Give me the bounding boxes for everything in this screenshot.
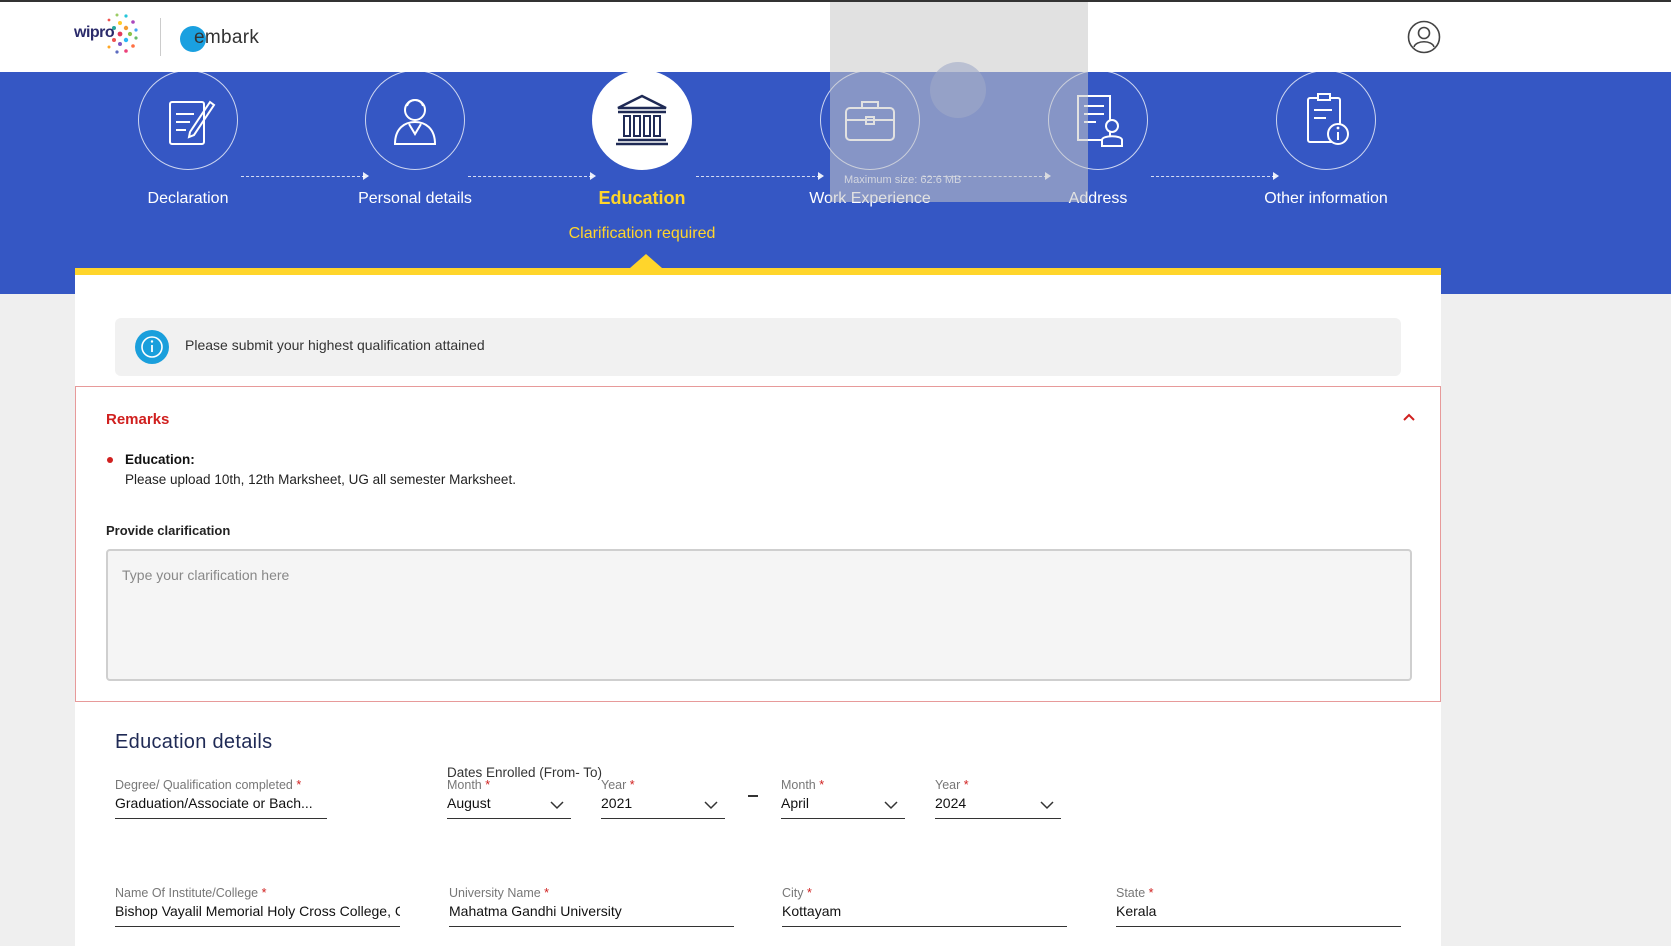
field-label: Year * [935,778,969,792]
user-profile-icon[interactable] [1407,20,1441,54]
info-icon [135,330,169,364]
field-value: Bishop Vayalil Memorial Holy Cross Colle… [115,903,400,927]
field-value-text: 2021 [601,795,633,811]
overlay-text: Maximum size: 62.6 MB [844,174,962,186]
document-edit-icon [169,100,216,145]
recorder-icon [930,62,986,118]
step-connector [696,172,824,180]
step-connector [1151,172,1279,180]
city-field[interactable]: City * Kottayam [782,886,1067,927]
field-label: Degree/ Qualification completed * [115,778,302,792]
chevron-down-icon [1039,797,1055,813]
screen-recorder-overlay: Maximum size: 62.6 MB [830,2,1088,202]
field-value: 2021 [601,795,725,819]
step-status: Clarification required [568,225,716,242]
from-month-select[interactable]: Month * August [447,778,571,819]
field-value-text: 2024 [935,795,967,811]
field-label: Month * [781,778,825,792]
remark-label: Education: [125,452,195,467]
chevron-down-icon [703,797,719,813]
field-value: April [781,795,905,819]
field-value-text: August [447,795,491,811]
embark-wordmark: embark [194,27,260,48]
field-value: Kottayam [782,903,1067,927]
step-label: Education [598,188,686,208]
chevron-down-icon [883,797,899,813]
logo-divider [160,18,161,56]
step-connector [468,172,596,180]
field-label: Name Of Institute/College * [115,886,267,900]
field-value: Kerala [1116,903,1401,927]
from-year-select[interactable]: Year * 2021 [601,778,725,819]
state-field[interactable]: State * Kerala [1116,886,1401,927]
field-value: August [447,795,571,819]
chevron-up-icon[interactable] [1401,409,1417,425]
field-value-text: April [781,795,810,811]
step-circle [592,70,692,170]
remarks-panel: Remarks Education: Please upload 10th, 1… [75,386,1441,702]
chevron-down-icon [549,797,565,813]
field-value: Mahatma Gandhi University [449,903,734,927]
institute-field[interactable]: Name Of Institute/College * Bishop Vayal… [115,886,400,927]
info-text: Please submit your highest qualification… [185,337,485,353]
step-label: Personal details [358,190,472,207]
info-document-icon [1307,93,1349,145]
step-circle [1276,70,1376,170]
field-value: 2024 [935,795,1061,819]
field-label: Year * [601,778,635,792]
step-label: Declaration [147,190,229,207]
institution-icon [616,94,668,146]
wipro-wordmark: wipro [74,24,115,41]
degree-field[interactable]: Degree/ Qualification completed * Gradua… [115,778,327,819]
active-step-pointer [630,254,662,268]
field-value: Graduation/Associate or Bach... [115,795,327,819]
date-range-separator [748,795,758,797]
to-month-select[interactable]: Month * April [781,778,905,819]
clarification-label: Provide clarification [106,523,231,538]
field-label: State * [1116,886,1154,900]
to-year-select[interactable]: Year * 2024 [935,778,1061,819]
step-circle [365,70,465,170]
field-label: University Name * [449,886,550,900]
remarks-title: Remarks [106,411,170,428]
step-connector [241,172,369,180]
person-icon [393,99,437,145]
remark-text: Please upload 10th, 12th Marksheet, UG a… [125,472,516,487]
bullet-icon [107,457,113,463]
section-title: Education details [115,731,273,753]
info-banner: Please submit your highest qualification… [115,318,1401,376]
active-step-bar [75,268,1441,275]
step-label: Other information [1264,190,1388,207]
university-field[interactable]: University Name * Mahatma Gandhi Univers… [449,886,734,927]
field-label: Month * [447,778,491,792]
field-label: City * [782,886,812,900]
wipro-logo: wipro [72,6,142,62]
clarification-input[interactable] [106,549,1412,681]
step-circle [138,70,238,170]
